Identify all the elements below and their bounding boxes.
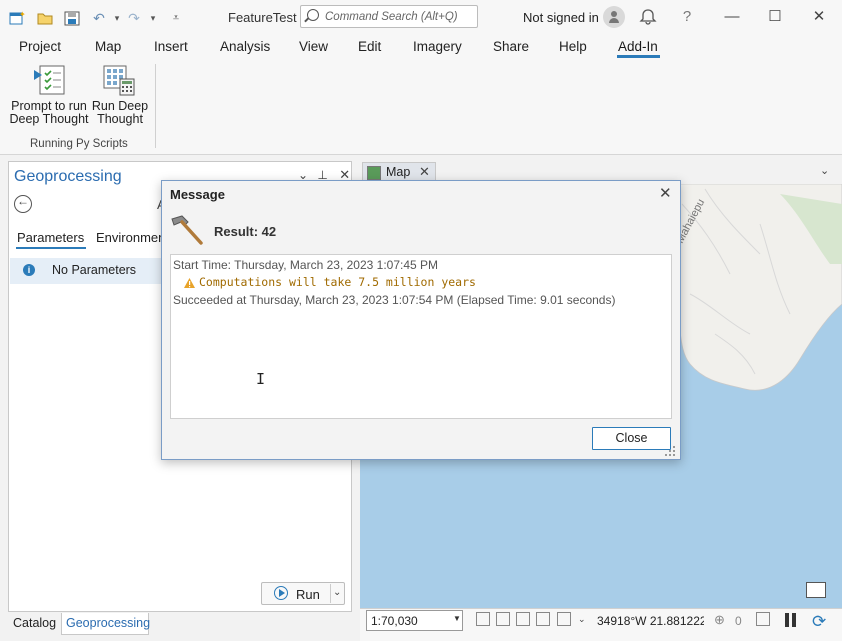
selected-features-count: 0	[735, 614, 742, 628]
redo-icon[interactable]: ↷	[125, 9, 143, 27]
text-cursor-icon: I	[256, 370, 266, 388]
coordinate-readout: 34918°W 21.8812221	[597, 614, 704, 628]
refresh-icon[interactable]: ⟳	[812, 612, 826, 632]
active-tab-indicator	[617, 55, 660, 58]
run-deep-thought-button[interactable]: Run Deep Thought	[90, 100, 150, 126]
log-success-message: Succeeded at Thursday, March 23, 2023 1:…	[173, 293, 616, 307]
fixed-zoom-icon[interactable]	[476, 612, 490, 626]
minimize-icon[interactable]: —	[722, 7, 742, 27]
svg-text:✦: ✦	[19, 10, 26, 19]
save-project-icon[interactable]	[63, 9, 81, 27]
undo-dropdown-icon[interactable]: ▾	[108, 9, 126, 27]
selected-features-icon[interactable]: ⊕	[714, 612, 725, 628]
prompt-run-deep-thought-button[interactable]: Prompt to run Deep Thought	[8, 100, 90, 126]
run-button-divider	[330, 584, 331, 603]
python-run-icon[interactable]	[102, 64, 136, 96]
search-placeholder: Command Search (Alt+Q)	[325, 11, 458, 23]
parameters-tab-indicator	[16, 247, 86, 249]
no-parameters-message: No Parameters	[52, 263, 137, 277]
tab-help[interactable]: Help	[559, 39, 587, 54]
navigation-dropdown-icon[interactable]: ⌄	[578, 614, 586, 625]
log-start-time: Start Time: Thursday, March 23, 2023 1:0…	[173, 258, 439, 272]
close-button-label: Close	[615, 431, 648, 445]
map-tab-close-icon[interactable]: ✕	[419, 164, 430, 180]
dialog-result: Result: 42	[214, 224, 277, 239]
scale-dropdown-icon[interactable]: ▼	[453, 614, 461, 623]
run-dropdown-icon[interactable]: ⌄	[333, 587, 341, 598]
snapping-icon[interactable]	[516, 612, 530, 626]
tab-add-in[interactable]: Add-In	[618, 39, 658, 54]
sign-in-status[interactable]: Not signed in	[523, 10, 599, 25]
tab-geoprocessing-label: Geoprocessing	[66, 616, 151, 630]
customize-toolbar-icon[interactable]: ⩡	[167, 9, 185, 27]
tab-parameters[interactable]: Parameters	[17, 230, 84, 245]
tab-edit[interactable]: Edit	[358, 39, 381, 54]
tab-share[interactable]: Share	[493, 39, 529, 54]
run-play-icon	[274, 586, 288, 600]
dialog-title: Message	[170, 187, 225, 202]
redo-dropdown-icon[interactable]: ▾	[144, 9, 162, 27]
tab-catalog[interactable]: Catalog	[13, 616, 56, 630]
geoprocessing-title: Geoprocessing	[14, 168, 122, 185]
tab-imagery[interactable]: Imagery	[413, 39, 462, 54]
help-icon[interactable]: ?	[677, 7, 697, 27]
filter-icon[interactable]	[756, 612, 770, 626]
map-icon	[367, 166, 381, 180]
grid-icon[interactable]	[496, 612, 510, 626]
warning-icon	[184, 276, 195, 288]
notifications-bell-icon[interactable]	[638, 7, 658, 27]
tab-view[interactable]: View	[299, 39, 328, 54]
ribbon-group-divider	[155, 64, 156, 148]
dialog-close-icon[interactable]: ✕	[659, 184, 672, 202]
tab-insert[interactable]: Insert	[154, 39, 188, 54]
run-deep-label-line2: Thought	[97, 112, 143, 126]
log-warning-message: Computations will take 7.5 million years	[199, 275, 476, 289]
scale-value: 1:70,030	[371, 614, 418, 628]
ribbon-group-label: Running Py Scripts	[30, 138, 128, 150]
chevron-down-icon[interactable]: ⌄	[820, 164, 829, 177]
pause-drawing-icon[interactable]	[785, 613, 797, 627]
new-project-icon[interactable]: ✦	[8, 9, 26, 27]
hammer-icon	[169, 213, 205, 245]
tab-project[interactable]: Project	[19, 39, 61, 54]
prompt-run-label-line2: Deep Thought	[9, 112, 89, 126]
constraints-icon[interactable]	[536, 612, 550, 626]
python-prompt-icon[interactable]	[32, 64, 66, 96]
run-button-label: Run	[296, 587, 320, 602]
app-title: FeatureTest	[228, 10, 297, 25]
info-icon: i	[23, 264, 35, 276]
resize-grip-icon[interactable]	[664, 445, 676, 457]
tab-analysis[interactable]: Analysis	[220, 39, 270, 54]
basemap-icon[interactable]	[806, 582, 826, 598]
close-icon[interactable]: ✕	[809, 7, 829, 27]
north-arrow-icon[interactable]	[557, 612, 571, 626]
open-project-icon[interactable]	[36, 9, 54, 27]
avatar-icon[interactable]	[603, 6, 625, 28]
maximize-icon[interactable]: ☐	[765, 7, 785, 27]
map-tab-label: Map	[386, 165, 411, 179]
tab-map[interactable]: Map	[95, 39, 121, 54]
search-icon	[307, 9, 319, 21]
back-arrow-icon[interactable]	[14, 194, 32, 213]
undo-icon[interactable]: ↶	[90, 9, 108, 27]
command-search-input[interactable]: Command Search (Alt+Q)	[300, 5, 478, 28]
